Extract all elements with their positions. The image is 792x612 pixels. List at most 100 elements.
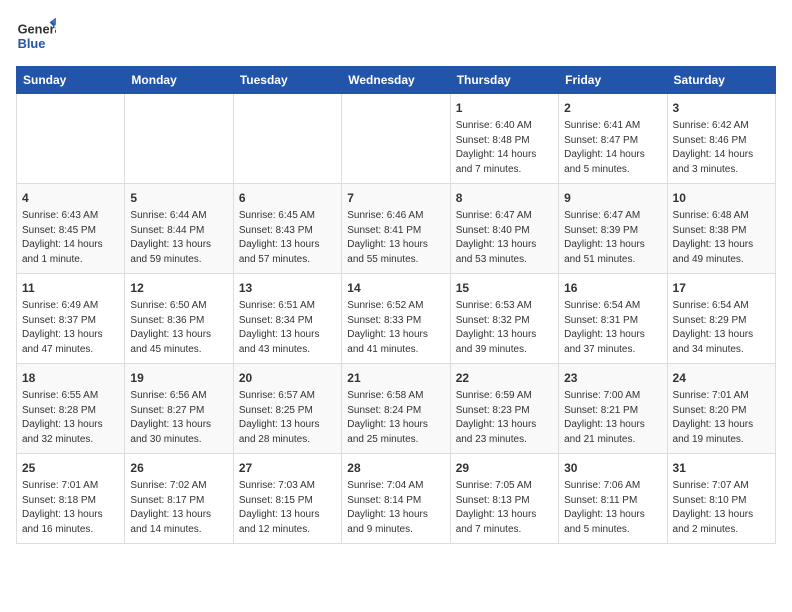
day-info: Sunrise: 6:45 AM Sunset: 8:43 PM Dayligh…	[239, 209, 336, 267]
day-info: Sunrise: 6:50 AM Sunset: 8:36 PM Dayligh…	[130, 299, 227, 357]
calendar-cell: 30 Sunrise: 7:06 AM Sunset: 8:11 PM Dayli…	[559, 454, 667, 544]
day-info: Sunrise: 6:43 AM Sunset: 8:45 PM Dayligh…	[22, 209, 119, 267]
day-number: 7	[347, 189, 444, 207]
calendar-week-row: 4 Sunrise: 6:43 AM Sunset: 8:45 PM Daylig…	[17, 184, 776, 274]
calendar-cell	[233, 94, 341, 184]
weekday-header: Friday	[559, 67, 667, 94]
calendar-cell: 26Sunrise: 7:02 AM Sunset: 8:17 PM Dayli…	[125, 454, 233, 544]
day-number: 13	[239, 279, 336, 297]
day-info: Sunrise: 7:01 AM Sunset: 8:20 PM Dayligh…	[673, 389, 770, 447]
weekday-header: Wednesday	[342, 67, 450, 94]
day-number: 9	[564, 189, 661, 207]
calendar-cell: 23 Sunrise: 7:00 AM Sunset: 8:21 PM Dayli…	[559, 364, 667, 454]
day-number: 3	[673, 99, 770, 117]
calendar-cell: 3Sunrise: 6:42 AM Sunset: 8:46 PM Daylig…	[667, 94, 775, 184]
weekday-header: Saturday	[667, 67, 775, 94]
day-number: 19	[130, 369, 227, 387]
day-info: Sunrise: 6:52 AM Sunset: 8:33 PM Dayligh…	[347, 299, 444, 357]
logo-icon: General Blue	[16, 16, 56, 56]
weekday-row: SundayMondayTuesdayWednesdayThursdayFrid…	[17, 67, 776, 94]
calendar-cell: 18Sunrise: 6:55 AM Sunset: 8:28 PM Dayli…	[17, 364, 125, 454]
weekday-header: Monday	[125, 67, 233, 94]
calendar-cell: 6 Sunrise: 6:45 AM Sunset: 8:43 PM Daylig…	[233, 184, 341, 274]
day-info: Sunrise: 6:41 AM Sunset: 8:47 PM Dayligh…	[564, 119, 661, 177]
day-info: Sunrise: 6:40 AM Sunset: 8:48 PM Dayligh…	[456, 119, 553, 177]
day-number: 30	[564, 459, 661, 477]
day-info: Sunrise: 7:07 AM Sunset: 8:10 PM Dayligh…	[673, 479, 770, 537]
calendar-cell: 2Sunrise: 6:41 AM Sunset: 8:47 PM Daylig…	[559, 94, 667, 184]
day-number: 22	[456, 369, 553, 387]
day-number: 14	[347, 279, 444, 297]
calendar-week-row: 11Sunrise: 6:49 AM Sunset: 8:37 PM Dayli…	[17, 274, 776, 364]
calendar-cell: 4 Sunrise: 6:43 AM Sunset: 8:45 PM Daylig…	[17, 184, 125, 274]
day-number: 12	[130, 279, 227, 297]
day-number: 31	[673, 459, 770, 477]
day-number: 29	[456, 459, 553, 477]
day-info: Sunrise: 7:05 AM Sunset: 8:13 PM Dayligh…	[456, 479, 553, 537]
day-info: Sunrise: 7:01 AM Sunset: 8:18 PM Dayligh…	[22, 479, 119, 537]
calendar-cell	[17, 94, 125, 184]
day-number: 8	[456, 189, 553, 207]
day-info: Sunrise: 6:48 AM Sunset: 8:38 PM Dayligh…	[673, 209, 770, 267]
day-number: 4	[22, 189, 119, 207]
calendar-cell	[342, 94, 450, 184]
day-info: Sunrise: 7:04 AM Sunset: 8:14 PM Dayligh…	[347, 479, 444, 537]
day-info: Sunrise: 6:51 AM Sunset: 8:34 PM Dayligh…	[239, 299, 336, 357]
calendar-cell: 5Sunrise: 6:44 AM Sunset: 8:44 PM Daylig…	[125, 184, 233, 274]
svg-text:General: General	[18, 22, 56, 37]
day-info: Sunrise: 7:06 AM Sunset: 8:11 PM Dayligh…	[564, 479, 661, 537]
calendar-cell: 27Sunrise: 7:03 AM Sunset: 8:15 PM Dayli…	[233, 454, 341, 544]
day-info: Sunrise: 7:02 AM Sunset: 8:17 PM Dayligh…	[130, 479, 227, 537]
calendar-cell: 21 Sunrise: 6:58 AM Sunset: 8:24 PM Dayli…	[342, 364, 450, 454]
day-number: 25	[22, 459, 119, 477]
day-number: 20	[239, 369, 336, 387]
calendar-cell	[125, 94, 233, 184]
day-number: 16	[564, 279, 661, 297]
day-number: 10	[673, 189, 770, 207]
day-info: Sunrise: 6:56 AM Sunset: 8:27 PM Dayligh…	[130, 389, 227, 447]
day-number: 15	[456, 279, 553, 297]
weekday-header: Thursday	[450, 67, 558, 94]
calendar-cell: 31 Sunrise: 7:07 AM Sunset: 8:10 PM Dayli…	[667, 454, 775, 544]
day-number: 28	[347, 459, 444, 477]
calendar-week-row: 25 Sunrise: 7:01 AM Sunset: 8:18 PM Dayli…	[17, 454, 776, 544]
calendar-cell: 28 Sunrise: 7:04 AM Sunset: 8:14 PM Dayli…	[342, 454, 450, 544]
calendar-cell: 20Sunrise: 6:57 AM Sunset: 8:25 PM Dayli…	[233, 364, 341, 454]
calendar-header: SundayMondayTuesdayWednesdayThursdayFrid…	[17, 67, 776, 94]
calendar-cell: 7 Sunrise: 6:46 AM Sunset: 8:41 PM Daylig…	[342, 184, 450, 274]
calendar-week-row: 18Sunrise: 6:55 AM Sunset: 8:28 PM Dayli…	[17, 364, 776, 454]
day-number: 17	[673, 279, 770, 297]
day-info: Sunrise: 6:46 AM Sunset: 8:41 PM Dayligh…	[347, 209, 444, 267]
calendar-cell: 1Sunrise: 6:40 AM Sunset: 8:48 PM Daylig…	[450, 94, 558, 184]
calendar-week-row: 1Sunrise: 6:40 AM Sunset: 8:48 PM Daylig…	[17, 94, 776, 184]
calendar-cell: 25 Sunrise: 7:01 AM Sunset: 8:18 PM Dayli…	[17, 454, 125, 544]
day-info: Sunrise: 6:58 AM Sunset: 8:24 PM Dayligh…	[347, 389, 444, 447]
day-info: Sunrise: 6:44 AM Sunset: 8:44 PM Dayligh…	[130, 209, 227, 267]
day-info: Sunrise: 6:54 AM Sunset: 8:29 PM Dayligh…	[673, 299, 770, 357]
calendar-cell: 16 Sunrise: 6:54 AM Sunset: 8:31 PM Dayli…	[559, 274, 667, 364]
day-info: Sunrise: 7:00 AM Sunset: 8:21 PM Dayligh…	[564, 389, 661, 447]
day-number: 6	[239, 189, 336, 207]
day-number: 21	[347, 369, 444, 387]
calendar-cell: 24Sunrise: 7:01 AM Sunset: 8:20 PM Dayli…	[667, 364, 775, 454]
calendar-cell: 12 Sunrise: 6:50 AM Sunset: 8:36 PM Dayli…	[125, 274, 233, 364]
calendar-cell: 19 Sunrise: 6:56 AM Sunset: 8:27 PM Dayli…	[125, 364, 233, 454]
calendar-cell: 13 Sunrise: 6:51 AM Sunset: 8:34 PM Dayli…	[233, 274, 341, 364]
calendar-cell: 15Sunrise: 6:53 AM Sunset: 8:32 PM Dayli…	[450, 274, 558, 364]
day-number: 18	[22, 369, 119, 387]
calendar-cell: 8Sunrise: 6:47 AM Sunset: 8:40 PM Daylig…	[450, 184, 558, 274]
day-number: 23	[564, 369, 661, 387]
day-info: Sunrise: 6:59 AM Sunset: 8:23 PM Dayligh…	[456, 389, 553, 447]
calendar-cell: 11Sunrise: 6:49 AM Sunset: 8:37 PM Dayli…	[17, 274, 125, 364]
calendar-cell: 22 Sunrise: 6:59 AM Sunset: 8:23 PM Dayli…	[450, 364, 558, 454]
day-number: 11	[22, 279, 119, 297]
page-header: General Blue	[16, 16, 776, 56]
weekday-header: Sunday	[17, 67, 125, 94]
logo: General Blue	[16, 16, 56, 56]
calendar-cell: 9 Sunrise: 6:47 AM Sunset: 8:39 PM Daylig…	[559, 184, 667, 274]
day-info: Sunrise: 6:47 AM Sunset: 8:39 PM Dayligh…	[564, 209, 661, 267]
calendar-cell: 10 Sunrise: 6:48 AM Sunset: 8:38 PM Dayli…	[667, 184, 775, 274]
calendar-table: SundayMondayTuesdayWednesdayThursdayFrid…	[16, 66, 776, 544]
day-info: Sunrise: 6:54 AM Sunset: 8:31 PM Dayligh…	[564, 299, 661, 357]
calendar-body: 1Sunrise: 6:40 AM Sunset: 8:48 PM Daylig…	[17, 94, 776, 544]
